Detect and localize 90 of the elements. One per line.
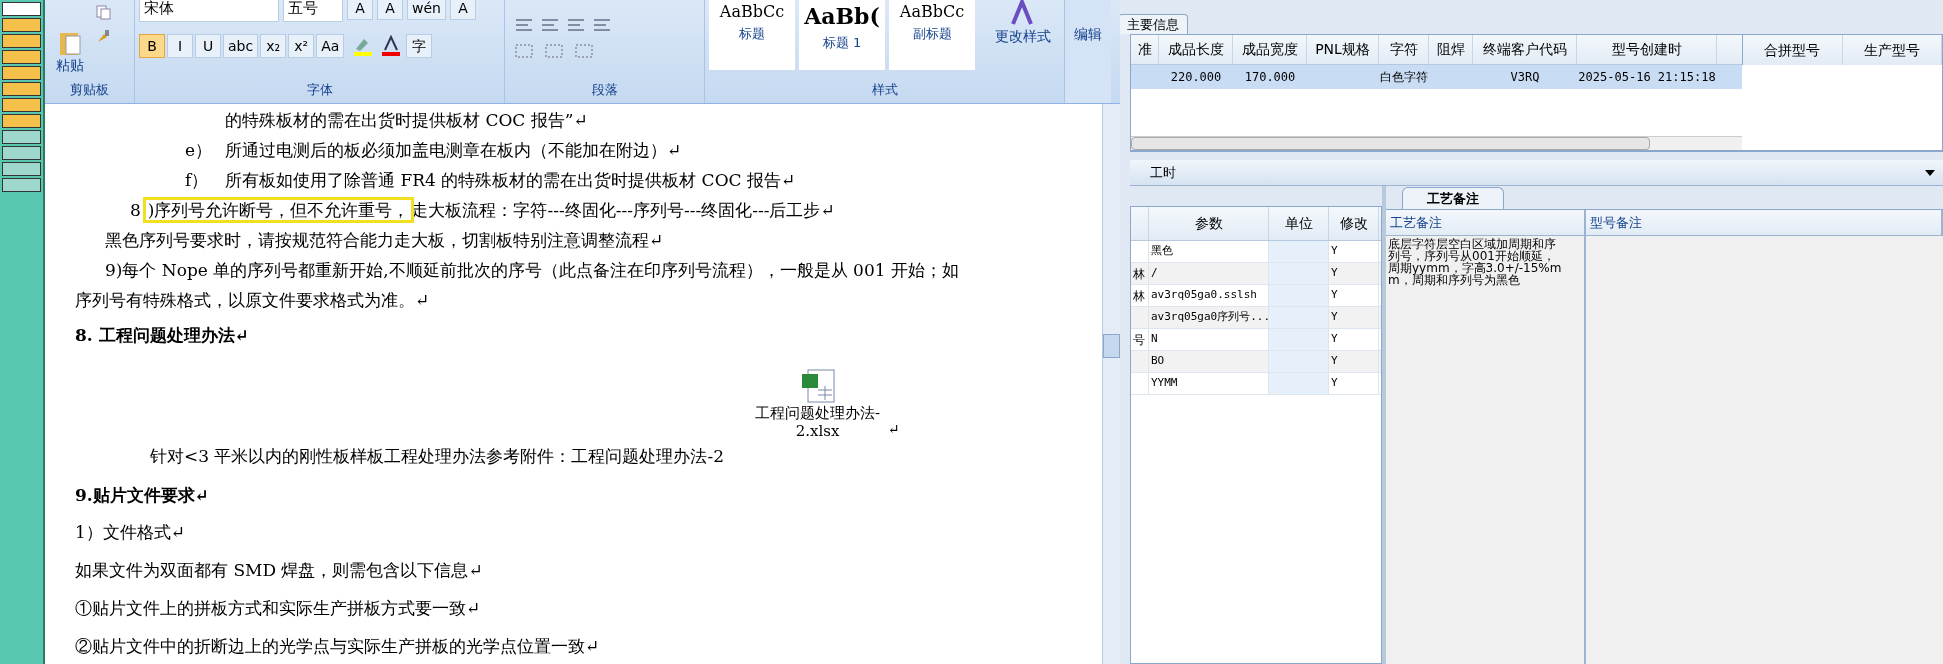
brush-icon <box>95 28 111 44</box>
list-marker: f） <box>185 169 210 192</box>
paragraph: 黑色序列号要求时，请按规范符合能力走大板，切割板特别注意调整流程↵ <box>104 229 665 252</box>
format-button[interactable]: I <box>167 34 193 58</box>
align-icon[interactable] <box>591 16 613 34</box>
group-label: 样式 <box>870 80 899 99</box>
char-border-button[interactable]: 字 <box>406 34 433 58</box>
text-area[interactable] <box>1586 236 1943 664</box>
format-button[interactable]: Aa <box>316 34 345 58</box>
table-cell: Y <box>1329 241 1379 262</box>
list-marker: e） <box>185 139 214 162</box>
tab[interactable]: 工艺备注 <box>1402 187 1504 209</box>
column-header[interactable]: 成品宽度 <box>1233 35 1307 64</box>
change-styles-button[interactable]: 更改样式 <box>995 0 1051 47</box>
font-name-field[interactable]: 宋体 <box>139 0 279 22</box>
paragraph: 所有板如使用了除普通 FR4 的特殊板材的需在出货时提供板材 COC 报告↵ <box>225 169 796 192</box>
copy-icon <box>95 4 111 20</box>
column-header[interactable]: 终端客户代码 <box>1473 35 1577 64</box>
column-header[interactable]: 准 <box>1131 35 1159 64</box>
spreadsheet-file-icon <box>799 368 836 404</box>
table-cell: 林 <box>1131 285 1149 306</box>
align-icon[interactable] <box>513 16 535 34</box>
column-header[interactable]: 修改 <box>1329 207 1379 240</box>
table-cell: Y <box>1329 263 1379 284</box>
table-cell: Y <box>1329 373 1379 394</box>
group-label: 段落 <box>590 80 619 99</box>
dropdown-arrow-icon[interactable] <box>1925 169 1935 176</box>
heading: 9.贴片文件要求↵ <box>75 484 210 508</box>
table-cell: 号 <box>1131 329 1149 350</box>
group-label: 字体 <box>305 80 334 99</box>
clipboard-icon <box>57 32 83 55</box>
format-button[interactable]: abc <box>223 34 259 58</box>
vertical-scrollbar[interactable] <box>1102 104 1120 664</box>
font-tool-button[interactable]: A <box>347 0 373 20</box>
column-header[interactable]: 合拼型号 <box>1743 35 1843 65</box>
editing-button[interactable]: 编辑 <box>1065 0 1111 103</box>
table-cell: Y <box>1329 285 1379 306</box>
paragraph: 序列号有特殊格式，以原文件要求格式为准。↵ <box>75 289 431 312</box>
paragraph: 如果文件为双面都有 SMD 焊盘，则需包含以下信息↵ <box>75 559 484 583</box>
paste-button[interactable]: 粘贴 <box>45 0 95 80</box>
font-tool-button[interactable]: A <box>449 0 476 20</box>
column-header[interactable]: 参数 <box>1149 207 1269 240</box>
table-row[interactable]: 220.000 170.000 白色字符 V3RQ 2025-05-16 21:15:18 <box>1131 65 1742 89</box>
table-cell: Y <box>1329 351 1379 372</box>
format-button[interactable]: U <box>195 34 221 58</box>
style-gallery-item[interactable]: AaBbCc 副标题 <box>889 0 975 70</box>
paragraph: ②贴片文件中的折断边上的光学点与实际生产拼板的光学点位置一致↵ <box>75 635 601 659</box>
font-size-field[interactable]: 五号 <box>283 0 343 22</box>
font-tool-button[interactable]: wén <box>407 0 446 20</box>
group-label: 剪贴板 <box>69 80 110 99</box>
tab[interactable]: 主要信息 <box>1120 14 1188 34</box>
paragraph: ①贴片文件上的拼板方式和实际生产拼板方式要一致↵ <box>75 597 482 621</box>
column-header[interactable]: PNL规格 <box>1307 35 1379 64</box>
align-icon[interactable] <box>565 16 587 34</box>
align-icon[interactable] <box>539 16 561 34</box>
column-header[interactable]: 成品长度 <box>1159 35 1233 64</box>
style-gallery-item[interactable]: AaBbCc 标题 <box>709 0 795 70</box>
paragraph: 针对<3 平米以内的刚性板样板工程处理办法参考附件：工程问题处理办法-2 <box>149 445 726 468</box>
table-cell-text: 2025-05-16 21:15:18 <box>1577 69 1717 86</box>
table-cell: Y <box>1329 329 1379 350</box>
table-cell-text: 220.000 <box>1169 69 1223 86</box>
table-cell: 林 <box>1131 263 1149 284</box>
paragraph: 1）文件格式↵ <box>75 521 187 545</box>
scrollbar-thumb[interactable] <box>1103 334 1120 358</box>
text-area[interactable]: 底层字符层空白区域加周期和序列号，序列号从001开始顺延，周期yymm，字高3.0+/-15%mm，周期和序列号为黑色 <box>1386 236 1586 664</box>
section-bar[interactable]: 工时 <box>1130 160 1943 186</box>
column-header[interactable]: 单位 <box>1269 207 1329 240</box>
table-cell-text: 白色字符 <box>1379 69 1429 86</box>
column-header[interactable]: 阻焊 <box>1429 35 1473 64</box>
paragraph: 的特殊板材的需在出货时提供板材 COC 报告”↵ <box>224 109 589 132</box>
excel-attachment[interactable]: 工程问题处理办法- 2.xlsx <box>755 368 881 440</box>
paragraph-tool-icon[interactable] <box>573 42 595 60</box>
paragraph-tool-icon[interactable] <box>543 42 565 60</box>
style-gallery-item[interactable]: AaBb( 标题 1 <box>799 0 885 70</box>
table-cell: Y <box>1329 307 1379 328</box>
format-button[interactable]: B <box>139 34 165 58</box>
table-cell-text: V3RQ <box>1509 69 1541 86</box>
column-header[interactable]: 生产型号 <box>1842 35 1942 65</box>
paragraph-mark: ↵ <box>888 420 900 439</box>
table-cell-text: 170.000 <box>1243 69 1297 86</box>
paragraph-tool-icon[interactable] <box>513 42 535 60</box>
heading: 8. 工程问题处理办法↵ <box>75 324 250 348</box>
scrollbar-thumb[interactable] <box>1131 137 1651 150</box>
font-tool-button[interactable]: A <box>377 0 403 20</box>
column-header[interactable]: 型号创建时 <box>1577 35 1717 64</box>
paragraph: 所通过电测后的板必须加盖电测章在板内（不能加在附边）↵ <box>225 139 682 162</box>
format-button[interactable]: x² <box>288 34 315 58</box>
column-header[interactable]: 字符 <box>1379 35 1429 64</box>
format-button[interactable]: x₂ <box>260 34 287 58</box>
paragraph: 9)每个 Nope 单的序列号都重新开始,不顺延前批次的序号（此点备注在印序列号流程），一般是从 001 开始；如 <box>104 259 960 282</box>
